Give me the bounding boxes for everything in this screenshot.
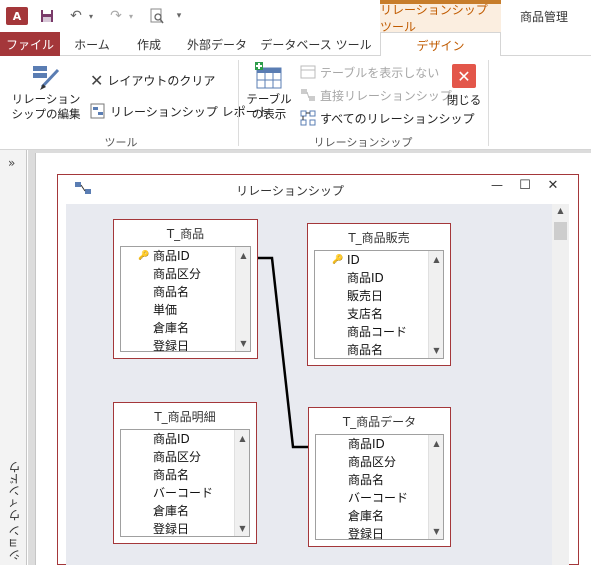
field-item[interactable]: 商品ID xyxy=(121,430,249,448)
field-item[interactable]: 商品名 xyxy=(121,283,250,301)
field-name: 商品名 xyxy=(348,473,385,487)
field-name: ID xyxy=(347,253,360,267)
table-field-list[interactable]: T_商品データ 商品ID 商品区分 商品名 バーコード 倉庫名 登録日 ▲ ▼ xyxy=(308,407,451,547)
field-name: 商品区分 xyxy=(348,455,397,469)
field-item[interactable]: 商品コード xyxy=(315,323,443,341)
field-item[interactable]: 商品区分 xyxy=(121,265,250,283)
field-name: 商品名 xyxy=(153,468,190,482)
field-item[interactable]: 倉庫名 xyxy=(316,507,443,525)
field-list[interactable]: 🔑 ID 商品ID 販売日 支店名 商品コード 商品名 ▲ ▼ xyxy=(314,250,444,359)
field-name: 商品ID xyxy=(348,437,385,451)
scroll-down-arrow[interactable]: ▼ xyxy=(237,336,250,350)
field-item[interactable]: 🔑 商品ID xyxy=(121,247,250,265)
scroll-up-arrow[interactable]: ▲ xyxy=(430,436,443,450)
field-item[interactable]: 商品ID xyxy=(315,269,443,287)
field-list[interactable]: 商品ID 商品区分 商品名 バーコード 倉庫名 登録日 ▲ ▼ xyxy=(315,434,444,540)
scroll-down-arrow[interactable]: ▼ xyxy=(430,343,443,357)
field-name: バーコード xyxy=(348,491,409,505)
field-name: バーコード xyxy=(153,486,214,500)
field-item[interactable]: 倉庫名 xyxy=(121,502,249,520)
scroll-up-arrow[interactable]: ▲ xyxy=(236,431,249,445)
field-item[interactable]: 単価 xyxy=(121,301,250,319)
table-title[interactable]: T_商品 xyxy=(114,220,257,246)
scroll-up-arrow[interactable]: ▲ xyxy=(237,248,250,262)
field-list[interactable]: 🔑 商品ID 商品区分 商品名 単価 倉庫名 登録日 ▲ ▼ xyxy=(120,246,251,352)
field-name: 登録日 xyxy=(153,339,190,352)
field-name: 商品コード xyxy=(347,325,408,339)
field-list-scrollbar[interactable]: ▲ ▼ xyxy=(235,247,250,351)
field-name: 商品名 xyxy=(153,285,190,299)
field-item[interactable]: 販売日 xyxy=(315,287,443,305)
field-item[interactable]: 支店名 xyxy=(315,305,443,323)
field-item[interactable]: 登録日 xyxy=(121,520,249,536)
field-name: 商品区分 xyxy=(153,267,202,281)
table-field-list[interactable]: T_商品 🔑 商品ID 商品区分 商品名 単価 倉庫名 登録日 ▲ ▼ xyxy=(113,219,258,359)
field-item[interactable]: バーコード xyxy=(316,489,443,507)
field-list-scrollbar[interactable]: ▲ ▼ xyxy=(234,430,249,536)
field-item[interactable]: 倉庫名 xyxy=(121,319,250,337)
field-name: 販売日 xyxy=(347,289,384,303)
field-name: 商品名 xyxy=(347,343,384,357)
field-list[interactable]: 商品ID 商品区分 商品名 バーコード 倉庫名 登録日 ▲ ▼ xyxy=(120,429,250,537)
field-item[interactable]: 登録日 xyxy=(121,337,250,352)
table-field-list[interactable]: T_商品販売 🔑 ID 商品ID 販売日 支店名 商品コード 商品名 ▲ ▼ xyxy=(307,223,451,366)
field-item[interactable]: 商品名 xyxy=(121,466,249,484)
field-name: 商品ID xyxy=(347,271,384,285)
field-item[interactable]: バーコード xyxy=(121,484,249,502)
field-item[interactable]: 登録日 xyxy=(316,525,443,540)
field-name: 登録日 xyxy=(153,522,190,536)
key-icon: 🔑 xyxy=(332,255,344,265)
field-name: 支店名 xyxy=(347,307,384,321)
field-item[interactable]: 商品区分 xyxy=(121,448,249,466)
field-item[interactable]: 商品名 xyxy=(316,471,443,489)
table-field-list[interactable]: T_商品明細 商品ID 商品区分 商品名 バーコード 倉庫名 登録日 ▲ ▼ xyxy=(113,402,257,544)
table-title[interactable]: T_商品明細 xyxy=(114,403,256,429)
field-item[interactable]: 商品名 xyxy=(315,341,443,358)
field-name: 倉庫名 xyxy=(153,504,190,518)
field-name: 倉庫名 xyxy=(153,321,190,335)
field-name: 商品ID xyxy=(153,432,190,446)
field-item[interactable]: 商品ID xyxy=(316,435,443,453)
scroll-down-arrow[interactable]: ▼ xyxy=(236,521,249,535)
field-list-scrollbar[interactable]: ▲ ▼ xyxy=(428,251,443,358)
scroll-up-arrow[interactable]: ▲ xyxy=(430,252,443,266)
field-name: 単価 xyxy=(153,303,178,317)
field-name: 商品ID xyxy=(153,249,190,263)
field-item[interactable]: 商品区分 xyxy=(316,453,443,471)
scroll-down-arrow[interactable]: ▼ xyxy=(430,524,443,538)
field-name: 倉庫名 xyxy=(348,509,385,523)
field-list-scrollbar[interactable]: ▲ ▼ xyxy=(428,435,443,539)
table-title[interactable]: T_商品販売 xyxy=(308,224,450,250)
table-title[interactable]: T_商品データ xyxy=(309,408,450,434)
field-name: 登録日 xyxy=(348,527,385,540)
key-icon: 🔑 xyxy=(138,251,150,261)
relationship-join-line[interactable] xyxy=(0,0,591,565)
field-name: 商品区分 xyxy=(153,450,202,464)
field-item[interactable]: 🔑 ID xyxy=(315,251,443,269)
